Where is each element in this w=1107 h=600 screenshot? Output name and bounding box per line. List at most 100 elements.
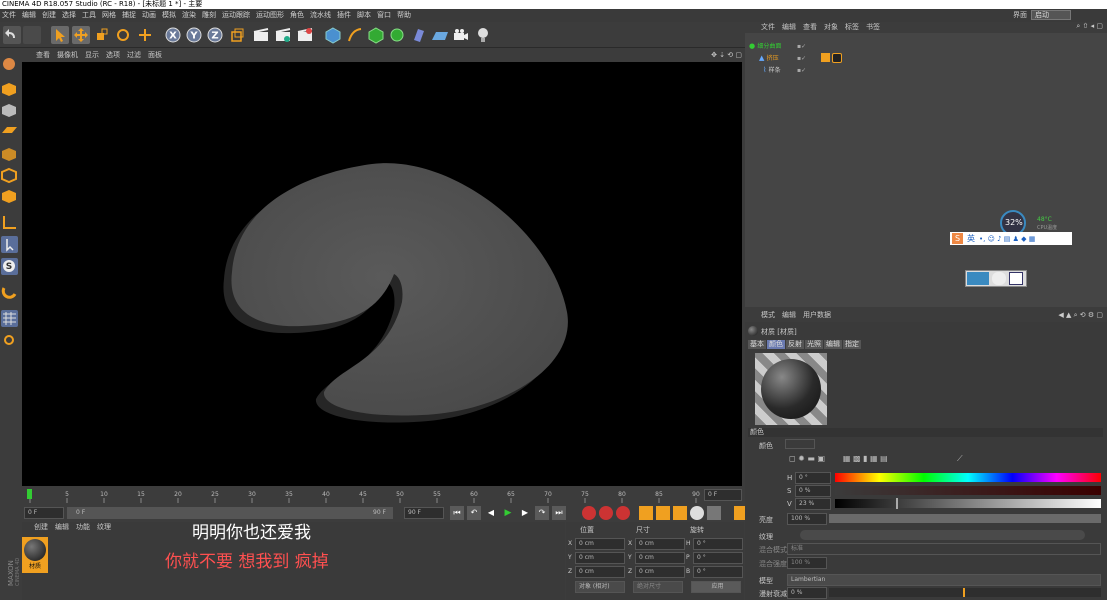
extruded-spline-object[interactable]: [22, 62, 742, 486]
pos-y-field[interactable]: 0 cm: [575, 552, 625, 564]
viewport-menu-filter[interactable]: 过滤: [127, 50, 141, 61]
attr-menu-edit[interactable]: 编辑: [782, 308, 796, 322]
tab-color[interactable]: 颜色: [767, 340, 785, 349]
menu-help[interactable]: 帮助: [397, 9, 411, 22]
tab-reflect[interactable]: 反射: [786, 340, 804, 349]
menu-tools[interactable]: 工具: [82, 9, 96, 22]
menu-select[interactable]: 选择: [62, 9, 76, 22]
blend-mode-dropdown[interactable]: 标准: [787, 543, 1101, 555]
rot-p-field[interactable]: 0 °: [693, 552, 743, 564]
spline-pen-icon[interactable]: [346, 26, 364, 44]
play-icon[interactable]: ▶: [501, 506, 515, 520]
key-param-icon[interactable]: [690, 506, 704, 520]
goto-start-icon[interactable]: ⏮: [450, 506, 464, 520]
end-frame-field[interactable]: 90 F: [404, 507, 444, 519]
magnet-icon[interactable]: [1, 284, 18, 301]
attr-menu-mode[interactable]: 模式: [761, 308, 775, 322]
viewport-menu-camera[interactable]: 摄像机: [57, 50, 78, 61]
axis-mode-icon[interactable]: [1, 214, 18, 231]
tab-assign[interactable]: 指定: [843, 340, 861, 349]
obj-search-icon[interactable]: ⌕ ⇧ ◂ ▢: [1076, 22, 1103, 31]
x-axis-icon[interactable]: X: [164, 26, 182, 44]
key-help-icon[interactable]: [616, 506, 630, 520]
edges-mode-icon[interactable]: [0, 167, 18, 184]
brightness-field[interactable]: 100 %: [787, 513, 827, 525]
key-move-icon[interactable]: [639, 506, 653, 520]
brightness-slider-track[interactable]: [829, 514, 1101, 523]
make-editable-icon[interactable]: [1, 56, 18, 73]
tab-editor[interactable]: 编辑: [824, 340, 842, 349]
record-key-icon[interactable]: [582, 506, 596, 520]
size-x-field[interactable]: 0 cm: [635, 538, 685, 550]
perspective-viewport[interactable]: [22, 62, 742, 486]
texture-mode-icon[interactable]: [1, 102, 18, 119]
key-rotate-icon[interactable]: [673, 506, 687, 520]
layout-dropdown[interactable]: 启动: [1031, 10, 1071, 20]
hue-slider[interactable]: [835, 473, 1101, 482]
viewport-menu-panel[interactable]: 面板: [148, 50, 162, 61]
tab-basic[interactable]: 基本: [748, 340, 766, 349]
points-mode-icon[interactable]: [1, 146, 18, 163]
value-slider[interactable]: [835, 499, 1101, 508]
menu-simulate[interactable]: 模拟: [162, 9, 176, 22]
z-axis-icon[interactable]: Z: [206, 26, 224, 44]
obj-menu-view[interactable]: 查看: [803, 22, 817, 33]
undo-icon[interactable]: [3, 26, 21, 44]
obj-menu-object[interactable]: 对象: [824, 22, 838, 33]
material-tag-icon[interactable]: [832, 53, 842, 63]
mat-menu-create[interactable]: 创建: [34, 522, 48, 533]
floating-icons[interactable]: [965, 270, 1027, 287]
snap-icon[interactable]: S: [1, 258, 18, 275]
grid-lock-icon[interactable]: [1, 310, 18, 327]
obj-menu-tags[interactable]: 标签: [845, 22, 859, 33]
value-field[interactable]: 23 %: [795, 498, 831, 510]
eyedropper-icon[interactable]: ⟋: [957, 454, 963, 464]
viewport-menu-display[interactable]: 显示: [85, 50, 99, 61]
blend-strength-field[interactable]: 100 %: [787, 557, 827, 569]
render-settings-icon[interactable]: [296, 26, 314, 44]
texture-slot[interactable]: [800, 530, 1085, 540]
menu-mesh[interactable]: 网格: [102, 9, 116, 22]
render-view-icon[interactable]: [252, 26, 270, 44]
key-scale-icon[interactable]: [656, 506, 670, 520]
tab-illumination[interactable]: 光照: [805, 340, 823, 349]
rotate-tool-icon[interactable]: [114, 26, 132, 44]
mograph-cloner-icon[interactable]: [388, 26, 406, 44]
menu-script[interactable]: 脚本: [357, 9, 371, 22]
viewport-menu-view[interactable]: 查看: [36, 50, 50, 61]
obj-menu-file[interactable]: 文件: [761, 22, 775, 33]
mat-menu-texture[interactable]: 纹理: [97, 522, 111, 533]
phong-tag-icon[interactable]: [821, 53, 830, 62]
playhead[interactable]: [27, 489, 32, 499]
move-tool-icon[interactable]: [72, 26, 90, 44]
menu-snap[interactable]: 捕捉: [122, 9, 136, 22]
mat-menu-edit[interactable]: 编辑: [55, 522, 69, 533]
coord-mode-dropdown[interactable]: 对象 (相对): [575, 581, 625, 593]
material-swatch[interactable]: 材质: [22, 537, 48, 573]
menu-file[interactable]: 文件: [2, 9, 16, 22]
attr-menu-userdata[interactable]: 用户数据: [803, 308, 831, 322]
prev-frame-icon[interactable]: ◀: [484, 506, 498, 520]
diffuse-falloff-field[interactable]: 0 %: [787, 587, 827, 599]
menu-create[interactable]: 创建: [42, 9, 56, 22]
menu-motion-tracking[interactable]: 运动跟踪: [222, 9, 250, 22]
locked-workplane-icon[interactable]: [1, 330, 18, 347]
menu-window[interactable]: 窗口: [377, 9, 391, 22]
value-slider-knob[interactable]: [896, 498, 898, 509]
rot-b-field[interactable]: 0 °: [693, 566, 743, 578]
start-frame-field[interactable]: 0 F: [24, 507, 64, 519]
subdivision-surface-icon[interactable]: [367, 26, 385, 44]
size-y-field[interactable]: 0 cm: [635, 552, 685, 564]
menu-animate[interactable]: 动画: [142, 9, 156, 22]
add-tool-icon[interactable]: [136, 26, 154, 44]
light-icon[interactable]: [474, 26, 492, 44]
pos-x-field[interactable]: 0 cm: [575, 538, 625, 550]
hue-field[interactable]: 0 °: [795, 472, 831, 484]
menu-mograph[interactable]: 运动图形: [256, 9, 284, 22]
color-swatch[interactable]: [785, 439, 815, 449]
polygons-mode-icon[interactable]: [1, 188, 18, 205]
key-pla-icon[interactable]: [707, 506, 721, 520]
coordinate-system-icon[interactable]: [228, 26, 246, 44]
visibility-flags[interactable]: ▪✓ ▪✓ ▪✓: [797, 41, 817, 77]
ime-toolbar[interactable]: S 英 •, ☺ ♪ ▤ ♟ ◆ ▦: [950, 232, 1072, 245]
